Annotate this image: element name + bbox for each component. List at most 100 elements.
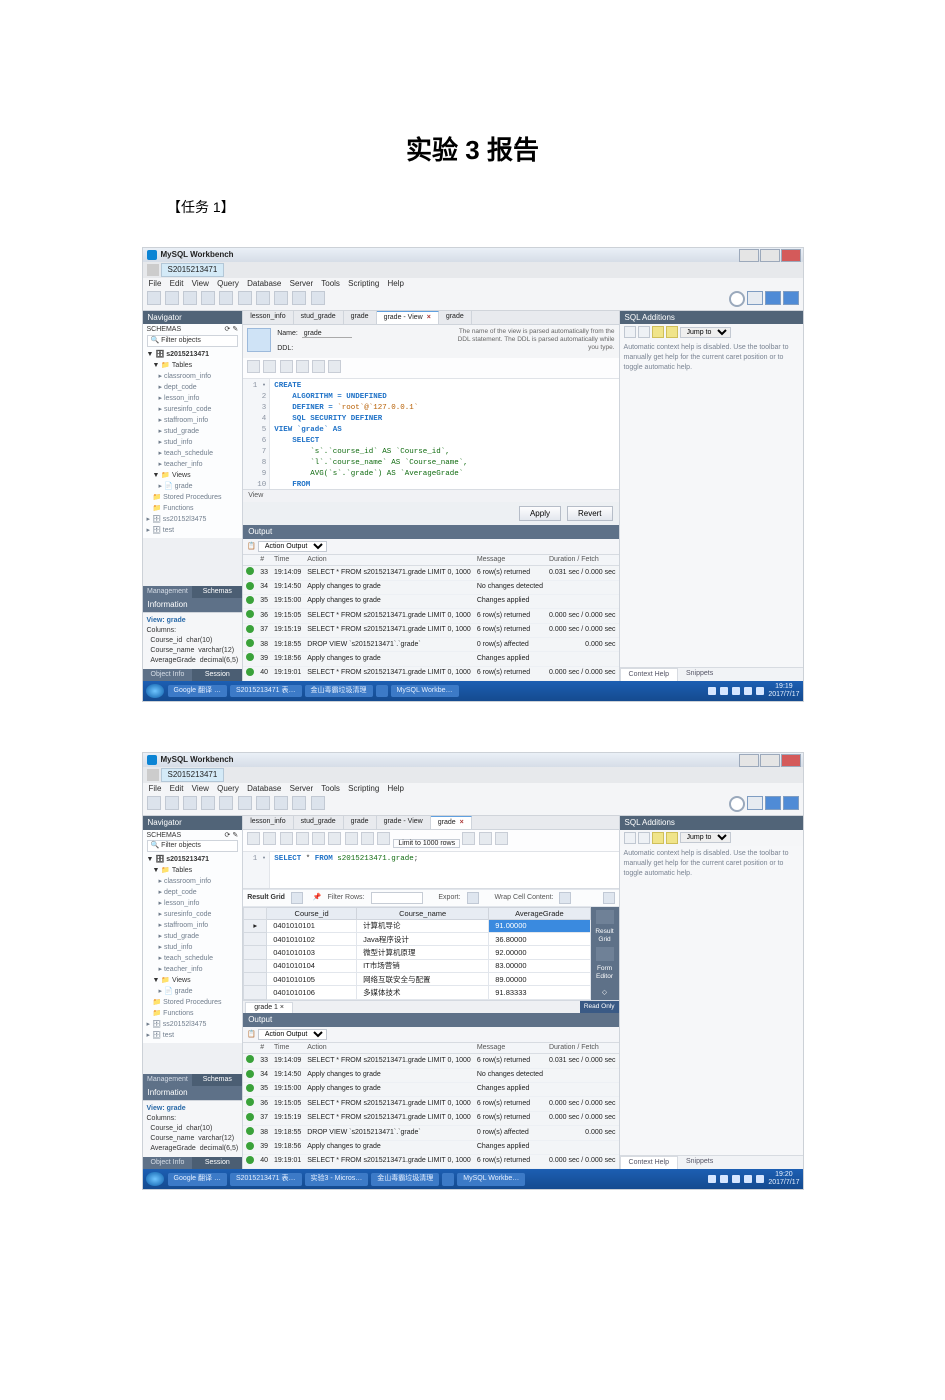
tree-view-item[interactable]: grade bbox=[175, 483, 193, 490]
tree-table-item[interactable]: teacher_info bbox=[164, 461, 203, 468]
tree-table-item[interactable]: staffroom_info bbox=[164, 417, 208, 424]
filter-objects-input[interactable]: 🔍 Filter objects bbox=[147, 335, 239, 347]
tree-table-item[interactable]: dept_code bbox=[164, 384, 197, 391]
taskbar-item[interactable] bbox=[442, 1173, 454, 1185]
tray-icon[interactable] bbox=[708, 687, 716, 695]
tray-icon[interactable] bbox=[756, 687, 764, 695]
tree-table-item[interactable]: suresinfo_code bbox=[164, 406, 211, 413]
tree-views[interactable]: Views bbox=[172, 472, 191, 479]
filter-rows-input[interactable] bbox=[371, 892, 423, 904]
help-wheel-icon[interactable] bbox=[729, 796, 745, 812]
menu-view[interactable]: View bbox=[192, 279, 209, 288]
connection-tab[interactable]: S2015213471 bbox=[161, 768, 225, 782]
output-row[interactable]: 3819:18:55DROP VIEW `s2015213471`.`grade… bbox=[243, 638, 618, 652]
tree-view-item[interactable]: grade bbox=[175, 988, 193, 995]
editor-tab-active[interactable]: grade× bbox=[431, 816, 472, 829]
editor-tab[interactable]: stud_grade bbox=[294, 816, 344, 829]
sql-editor[interactable]: 1 • SELECT * FROM s2015213471.grade; bbox=[243, 852, 618, 889]
taskbar-item[interactable]: MySQL Workbe… bbox=[391, 685, 459, 697]
panel-toggle-left-icon[interactable] bbox=[747, 291, 763, 305]
tool-open-icon[interactable] bbox=[165, 291, 179, 305]
tree-table-item[interactable]: teach_schedule bbox=[164, 955, 213, 962]
home-icon[interactable] bbox=[147, 264, 159, 276]
output-row[interactable]: 3419:14:50Apply changes to gradeNo chang… bbox=[243, 580, 618, 594]
maximize-button[interactable] bbox=[760, 754, 780, 767]
schema-tree[interactable]: ▼ 🗄 s2015213471 ▼ 📁 Tables ▸ classroom_i… bbox=[147, 349, 239, 536]
sql-open-icon[interactable] bbox=[247, 360, 260, 373]
output-row[interactable]: 3919:18:56Apply changes to gradeChanges … bbox=[243, 652, 618, 666]
output-row[interactable]: 4019:19:01SELECT * FROM s2015213471.grad… bbox=[243, 1154, 618, 1168]
name-value[interactable]: grade bbox=[302, 330, 352, 338]
sql-open-icon[interactable] bbox=[247, 832, 260, 845]
sql-run-cursor-icon[interactable] bbox=[296, 832, 309, 845]
tool-search-icon[interactable] bbox=[292, 291, 306, 305]
output-row[interactable]: 3719:15:19SELECT * FROM s2015213471.grad… bbox=[243, 623, 618, 637]
tool-schema-icon[interactable] bbox=[201, 291, 215, 305]
menu-edit[interactable]: Edit bbox=[170, 279, 184, 288]
schema-tree[interactable]: ▼ 🗄 s2015213471 ▼ 📁 Tables ▸ classroom_i… bbox=[147, 854, 239, 1041]
tab-management[interactable]: Management bbox=[143, 1074, 193, 1086]
taskbar-item[interactable]: S2015213471 表… bbox=[230, 685, 302, 697]
grid-icon[interactable] bbox=[291, 892, 303, 904]
tab-snippets[interactable]: Snippets bbox=[678, 668, 721, 681]
menu-file[interactable]: File bbox=[149, 784, 162, 793]
side-result-grid-label[interactable]: Result Grid bbox=[591, 928, 619, 944]
result-grid[interactable]: Course_id Course_name AverageGrade ▸0401… bbox=[243, 907, 590, 1000]
tab-session[interactable]: Session bbox=[192, 669, 242, 681]
tab-snippets[interactable]: Snippets bbox=[678, 1156, 721, 1169]
editor-tab[interactable]: grade bbox=[344, 311, 377, 324]
taskbar-item[interactable]: Google 翻译 … bbox=[168, 685, 227, 697]
output-row[interactable]: 3919:18:56Apply changes to gradeChanges … bbox=[243, 1140, 618, 1154]
minimize-button[interactable] bbox=[739, 249, 759, 262]
tree-tables[interactable]: Tables bbox=[172, 362, 192, 369]
tree-table-item[interactable]: classroom_info bbox=[164, 373, 211, 380]
jump-to-icon[interactable] bbox=[652, 326, 664, 338]
jump-to-select[interactable]: Jump to bbox=[680, 832, 731, 843]
taskbar-item[interactable]: Google 翻译 … bbox=[168, 1173, 227, 1185]
tree-table-item[interactable]: stud_info bbox=[164, 944, 192, 951]
menu-file[interactable]: File bbox=[149, 279, 162, 288]
tool-table-icon[interactable] bbox=[219, 796, 233, 810]
tool-view-icon[interactable] bbox=[238, 291, 252, 305]
tray-icon[interactable] bbox=[720, 687, 728, 695]
editor-tab[interactable]: lesson_info bbox=[243, 816, 293, 829]
panel-toggle-right-icon[interactable] bbox=[783, 796, 799, 810]
output-row[interactable]: 3419:14:50Apply changes to gradeNo chang… bbox=[243, 1068, 618, 1082]
schemas-refresh-icon[interactable]: ⟳ ✎ bbox=[225, 326, 239, 334]
tree-fn[interactable]: Functions bbox=[163, 1010, 193, 1017]
result-tab[interactable]: grade 1 × bbox=[245, 1002, 293, 1013]
sql-wrap-icon[interactable] bbox=[328, 360, 341, 373]
tab-context-help[interactable]: Context Help bbox=[620, 668, 678, 681]
sql-editor[interactable]: 1 •2345678910111213 CREATE ALGORITHM = U… bbox=[243, 379, 618, 490]
sql-save-icon[interactable] bbox=[263, 360, 276, 373]
menu-tools[interactable]: Tools bbox=[321, 279, 340, 288]
sql-stop-icon[interactable] bbox=[328, 832, 341, 845]
side-result-grid-icon[interactable] bbox=[596, 910, 614, 924]
tool-open-icon[interactable] bbox=[165, 796, 179, 810]
tree-table-item[interactable]: dept_code bbox=[164, 889, 197, 896]
sql-find-icon[interactable] bbox=[296, 360, 309, 373]
editor-tab[interactable]: grade bbox=[439, 311, 472, 324]
output-row[interactable]: 3319:14:09SELECT * FROM s2015213471.grad… bbox=[243, 1054, 618, 1068]
nav-back-icon[interactable] bbox=[624, 832, 636, 844]
output-row[interactable]: 3519:15:00Apply changes to gradeChanges … bbox=[243, 594, 618, 608]
output-mode-select[interactable]: Action Output bbox=[258, 541, 327, 552]
tree-views[interactable]: Views bbox=[172, 977, 191, 984]
close-tab-icon[interactable]: × bbox=[427, 314, 431, 321]
tray-icon[interactable] bbox=[756, 1175, 764, 1183]
maximize-button[interactable] bbox=[760, 249, 780, 262]
jump-to-select[interactable]: Jump to bbox=[680, 327, 731, 338]
tool-search-icon[interactable] bbox=[292, 796, 306, 810]
result-row[interactable]: 0401010105网络互联安全与配置89.00000 bbox=[244, 973, 590, 986]
tree-table-item[interactable]: classroom_info bbox=[164, 878, 211, 885]
tool-new-sql-icon[interactable] bbox=[147, 796, 161, 810]
auto-help-icon[interactable] bbox=[666, 832, 678, 844]
menu-database[interactable]: Database bbox=[247, 784, 281, 793]
sql-code[interactable]: CREATE ALGORITHM = UNDEFINED DEFINER = `… bbox=[270, 379, 544, 489]
tree-table-item[interactable]: lesson_info bbox=[164, 395, 199, 402]
tree-table-item[interactable]: staffroom_info bbox=[164, 922, 208, 929]
sql-beautify-icon[interactable] bbox=[462, 832, 475, 845]
result-row[interactable]: 0401010104IT市场营销83.00000 bbox=[244, 959, 590, 972]
tree-sp[interactable]: Stored Procedures bbox=[163, 494, 221, 501]
rg-col-header[interactable]: Course_name bbox=[357, 907, 489, 919]
